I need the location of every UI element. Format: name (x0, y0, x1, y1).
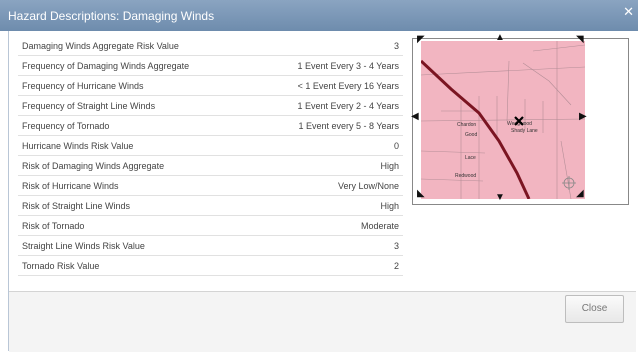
resize-arrow-top-left-icon[interactable]: ◤ (417, 35, 425, 45)
table-row: Risk of Tornado Moderate (18, 216, 403, 236)
table-row: Damaging Winds Aggregate Risk Value 3 (18, 36, 403, 56)
dialog-title: Hazard Descriptions: Damaging Winds (8, 9, 215, 23)
row-label: Frequency of Straight Line Winds (22, 101, 156, 111)
row-value: 3 (393, 241, 399, 251)
row-value: Very Low/None (337, 181, 399, 191)
map-label: Shady Lane (511, 128, 538, 134)
row-value: 3 (393, 41, 399, 51)
row-value: 2 (393, 261, 399, 271)
table-row: Risk of Hurricane Winds Very Low/None (18, 176, 403, 196)
close-button[interactable]: Close (565, 295, 624, 323)
hazard-table: Damaging Winds Aggregate Risk Value 3 Freq… (18, 36, 403, 276)
map-image[interactable]: Wedgwood Chardon Shady Lane Good Lace Re… (419, 41, 586, 200)
close-icon[interactable]: ✕ (623, 5, 634, 18)
row-label: Risk of Straight Line Winds (22, 201, 131, 211)
pan-left-arrow-icon[interactable]: ◀ (411, 112, 419, 122)
hazard-dialog: Hazard Descriptions: Damaging Winds ✕ Da… (0, 0, 638, 352)
row-label: Hurricane Winds Risk Value (22, 141, 134, 151)
row-label: Frequency of Tornado (22, 121, 110, 131)
row-value: < 1 Event Every 16 Years (297, 81, 399, 91)
table-row: Frequency of Tornado 1 Event every 5 - 8 … (18, 116, 403, 136)
row-label: Risk of Damaging Winds Aggregate (22, 161, 165, 171)
row-value: Moderate (360, 221, 399, 231)
row-label: Tornado Risk Value (22, 261, 100, 271)
row-value: 1 Event Every 2 - 4 Years (297, 101, 399, 111)
dialog-titlebar[interactable]: Hazard Descriptions: Damaging Winds ✕ (0, 0, 638, 31)
row-value: 1 Event Every 3 - 4 Years (297, 61, 399, 71)
row-value: 1 Event every 5 - 8 Years (298, 121, 399, 131)
pan-up-arrow-icon[interactable]: ▲ (495, 33, 505, 43)
map-label: Chardon (457, 122, 476, 128)
table-row: Straight Line Winds Risk Value 3 (18, 236, 403, 256)
resize-arrow-bottom-right-icon[interactable]: ◢ (576, 189, 584, 199)
row-label: Risk of Tornado (22, 221, 85, 231)
table-row: Frequency of Straight Line Winds 1 Event … (18, 96, 403, 116)
row-label: Frequency of Hurricane Winds (22, 81, 144, 91)
row-value: High (380, 201, 399, 211)
table-row: Risk of Straight Line Winds High (18, 196, 403, 216)
map-label: Lace (465, 155, 476, 161)
map-svg: Wedgwood Chardon Shady Lane Good Lace Re… (419, 41, 586, 200)
table-row: Hurricane Winds Risk Value 0 (18, 136, 403, 156)
table-row: Risk of Damaging Winds Aggregate High (18, 156, 403, 176)
row-label: Damaging Winds Aggregate Risk Value (22, 41, 179, 51)
row-label: Frequency of Damaging Winds Aggregate (22, 61, 190, 71)
row-label: Straight Line Winds Risk Value (22, 241, 145, 251)
pan-down-arrow-icon[interactable]: ▼ (495, 193, 505, 203)
dialog-footer (9, 291, 636, 352)
resize-arrow-bottom-left-icon[interactable]: ◣ (417, 189, 425, 199)
map-panel[interactable]: Wedgwood Chardon Shady Lane Good Lace Re… (411, 33, 629, 205)
row-value: 0 (393, 141, 399, 151)
map-label: Good (465, 132, 477, 138)
table-row: Tornado Risk Value 2 (18, 256, 403, 276)
table-row: Frequency of Hurricane Winds < 1 Event Ev… (18, 76, 403, 96)
map-label: Redwood (455, 173, 476, 179)
resize-arrow-top-right-icon[interactable]: ◥ (576, 35, 584, 45)
pan-right-arrow-icon[interactable]: ▶ (579, 112, 587, 122)
row-label: Risk of Hurricane Winds (22, 181, 119, 191)
table-row: Frequency of Damaging Winds Aggregate 1 E… (18, 56, 403, 76)
row-value: High (380, 161, 399, 171)
